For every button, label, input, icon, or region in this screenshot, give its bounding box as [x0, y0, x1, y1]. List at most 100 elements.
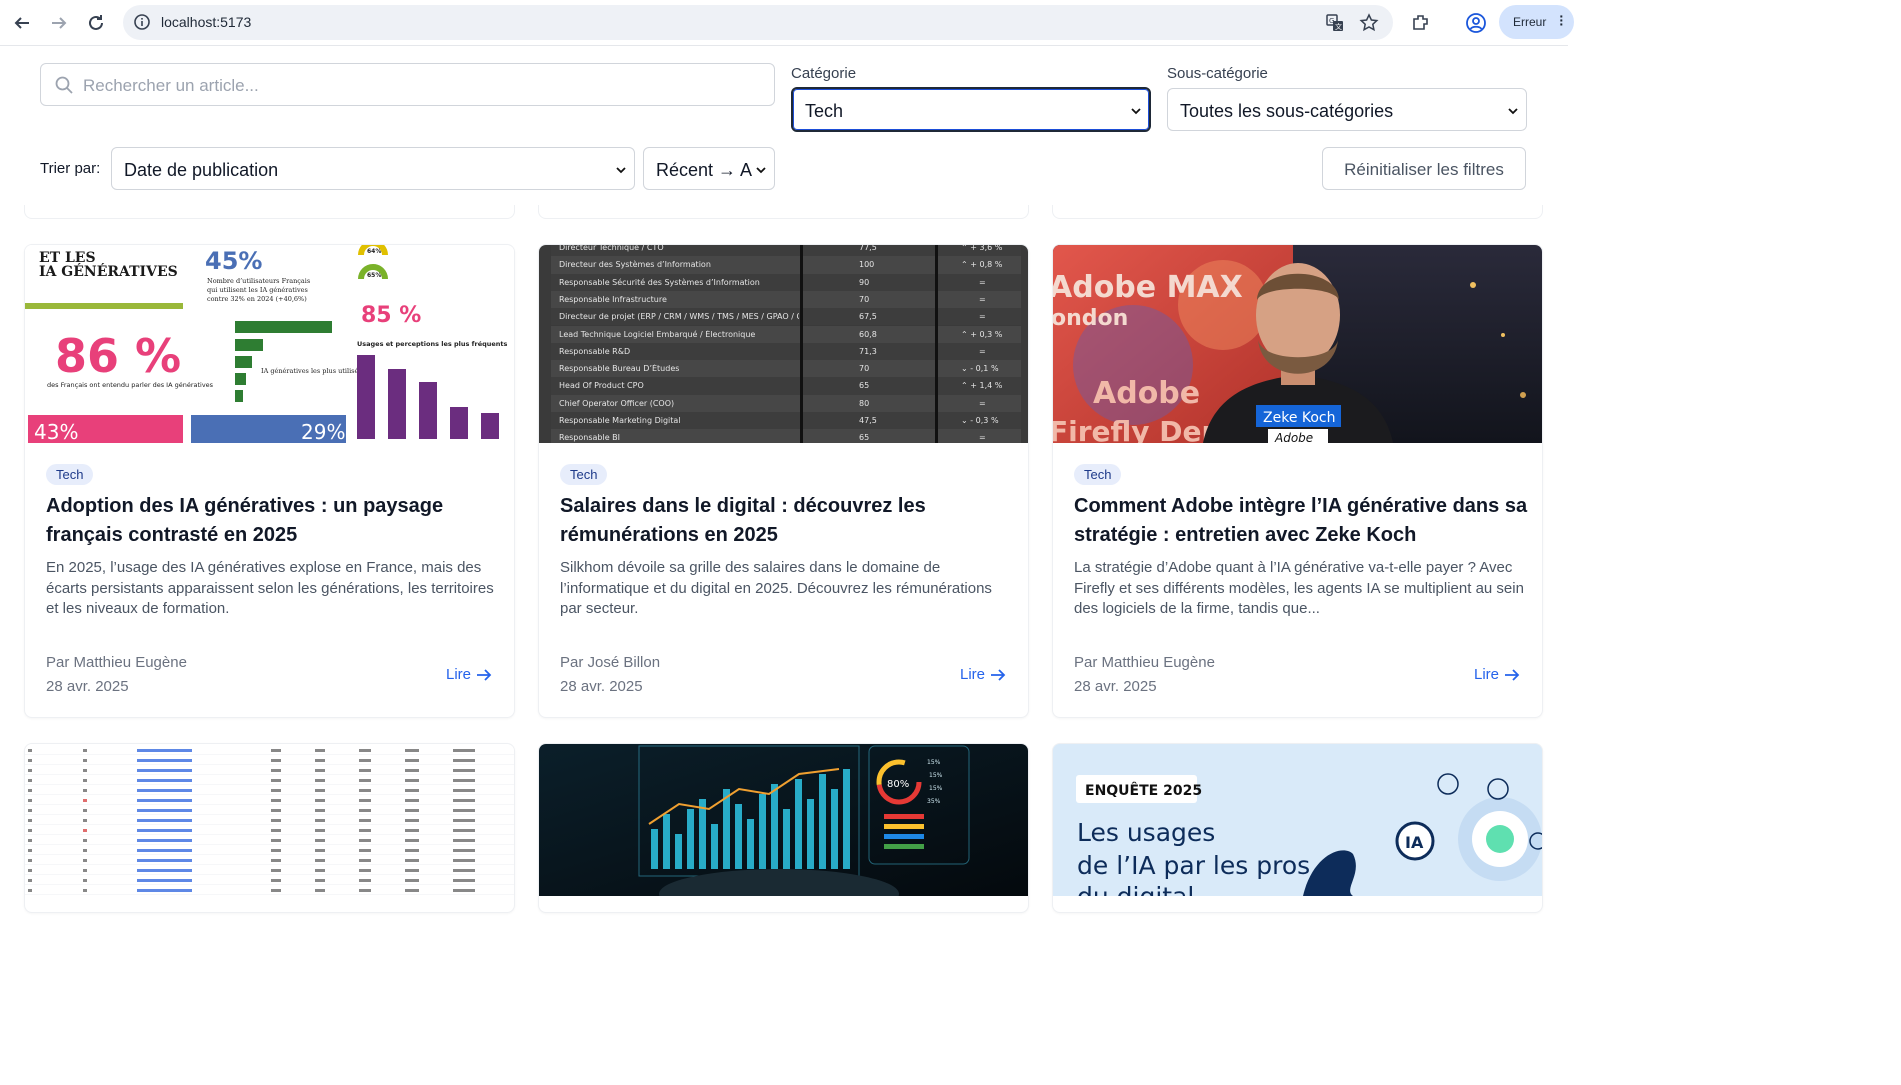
chevron-down-icon — [1508, 108, 1518, 115]
order-select[interactable]: Récent → A — [643, 147, 775, 190]
ranking-cell — [405, 869, 419, 872]
star-icon[interactable] — [1359, 13, 1379, 33]
dashboard-bar — [783, 809, 790, 869]
image-name-tag: Zeke Koch — [1263, 410, 1336, 426]
salary-role: Directeur Technique / CTO — [559, 245, 664, 252]
search-input[interactable]: Rechercher un article... — [40, 63, 775, 106]
salary-role: Responsable Sécurité des Systèmes d’Info… — [559, 277, 760, 287]
ranking-cell — [137, 809, 192, 812]
article-card[interactable] — [24, 743, 515, 913]
ranking-row-divider — [25, 814, 514, 815]
ranking-cell — [405, 819, 419, 822]
sort-select[interactable]: Date de publication — [111, 147, 635, 190]
ranking-cell — [405, 759, 419, 762]
ranking-cell — [453, 759, 475, 762]
image-banner-3: Adobe — [1093, 376, 1200, 411]
category-badge: Tech — [46, 464, 94, 485]
infographic-stat-85: 85 % — [361, 303, 421, 328]
ranking-cell — [271, 779, 281, 782]
ranking-cell — [83, 799, 87, 802]
ranking-cell — [28, 819, 32, 822]
chevron-down-icon — [1131, 108, 1141, 115]
salary-trend: ⌃ + 0,3 % — [961, 329, 1003, 339]
article-title[interactable]: Salaires dans le digital : découvrez les… — [560, 492, 1015, 550]
article-title[interactable]: Adoption des IA génératives : un paysage… — [46, 492, 501, 550]
salary-table-row: Responsable Infrastructure 70 = — [551, 290, 1021, 309]
reload-icon[interactable] — [84, 11, 108, 35]
profile-icon[interactable] — [1465, 12, 1487, 34]
svg-text:Nombre d’utilisateurs Français: Nombre d’utilisateurs Français — [207, 277, 310, 285]
ranking-cell — [271, 859, 281, 862]
salary-trend: = — [979, 294, 986, 304]
address-bar[interactable]: localhost:5173 G文 — [123, 5, 1393, 40]
article-date: 28 avr. 2025 — [1074, 678, 1157, 695]
extensions-icon[interactable] — [1410, 12, 1432, 34]
salary-value: 65 — [859, 433, 870, 443]
ranking-row-divider — [25, 844, 514, 845]
infographic-stat-65: 65% — [367, 272, 381, 279]
ranking-cell — [137, 749, 192, 752]
sort-label: Trier par: — [40, 160, 101, 177]
order-selected-value: Récent → A — [656, 160, 753, 180]
sort-selected-value: Date de publication — [124, 160, 279, 180]
profile-error-button[interactable]: Erreur · · · — [1499, 5, 1574, 39]
ranking-cell — [405, 749, 419, 752]
article-author: Par Matthieu Eugène — [1074, 654, 1215, 671]
article-excerpt: En 2025, l’usage des IA génératives expl… — [46, 559, 494, 617]
article-date: 28 avr. 2025 — [46, 678, 129, 695]
ranking-cell — [359, 759, 371, 762]
ranking-cell — [359, 829, 371, 832]
article-card[interactable]: Adobe MAX ondon Adobe Firefly Dem Zeke K… — [1052, 244, 1543, 718]
salary-table-row: Directeur des Systèmes d’Information 100 ⌃… — [551, 256, 1021, 274]
subcategory-selected-value: Toutes les sous-catégories — [1180, 101, 1394, 121]
survey-line-2: de l’IA par les pros — [1077, 851, 1310, 880]
ranking-cell — [405, 769, 419, 772]
article-excerpt: La stratégie d’Adobe quant à l’IA généra… — [1074, 559, 1524, 617]
read-link[interactable]: Lire — [1474, 666, 1520, 683]
dashboard-bar — [735, 804, 742, 869]
article-card[interactable]: Directeur Technique / CTO 77,5 ⌃ + 3,6 % Di… — [538, 244, 1029, 718]
ranking-cell — [28, 759, 32, 762]
salary-table-row: Responsable Bureau D’Études 70 ⌄ - 0,1 % — [551, 360, 1021, 378]
salary-table-row: Responsable Sécurité des Systèmes d’Info… — [551, 273, 1021, 291]
ranking-cell — [83, 809, 87, 812]
ranking-cell — [137, 859, 192, 862]
article-image-analytics-dashboard: 80% 15% 15% 15% 35% — [539, 744, 1028, 896]
ranking-cell — [405, 859, 419, 862]
infographic-stat-45: 45% — [205, 247, 262, 275]
article-card[interactable]: ENQUÊTE 2025 Les usages de l’IA par les … — [1052, 743, 1543, 913]
ranking-cell — [405, 799, 419, 802]
arrow-right-icon — [991, 668, 1006, 681]
ranking-cell — [453, 779, 475, 782]
ranking-cell — [83, 819, 87, 822]
site-info-icon[interactable] — [133, 13, 151, 31]
category-select[interactable]: Tech — [791, 87, 1151, 132]
salary-role: Lead Technique Logiciel Embarqué / Élect… — [559, 329, 756, 339]
salary-value: 60,8 — [859, 329, 877, 339]
ranking-cell — [359, 809, 371, 812]
article-image-ranking-table — [25, 744, 514, 896]
ranking-row-divider — [25, 804, 514, 805]
ranking-cell — [28, 799, 32, 802]
salary-role: Head Of Product CPO — [559, 381, 644, 391]
translate-icon[interactable]: G文 — [1325, 13, 1345, 33]
forward-icon[interactable] — [47, 11, 71, 35]
ranking-row-divider — [25, 874, 514, 875]
article-card[interactable]: ET LES IA GÉNÉRATIVES 86 % des Français … — [24, 244, 515, 718]
subcategory-select[interactable]: Toutes les sous-catégories — [1167, 88, 1527, 131]
salary-value: 80 — [859, 398, 870, 408]
profile-error-label: Erreur — [1513, 15, 1547, 29]
ranking-cell — [137, 819, 192, 822]
ranking-cell — [137, 759, 192, 762]
article-title[interactable]: Comment Adobe intègre l’IA générative da… — [1074, 492, 1529, 550]
read-link[interactable]: Lire — [960, 666, 1006, 683]
ranking-cell — [359, 779, 371, 782]
reset-filters-button[interactable]: Réinitialiser les filtres — [1322, 147, 1526, 190]
read-link[interactable]: Lire — [446, 666, 492, 683]
ranking-cell — [453, 809, 475, 812]
menu-icon[interactable]: · · · — [1559, 9, 1564, 31]
salary-table-row: Responsable R&D 71,3 = — [551, 342, 1021, 361]
infographic-stat-43: 43% — [34, 420, 78, 443]
back-icon[interactable] — [10, 11, 34, 35]
article-card[interactable]: 80% 15% 15% 15% 35% — [538, 743, 1029, 913]
